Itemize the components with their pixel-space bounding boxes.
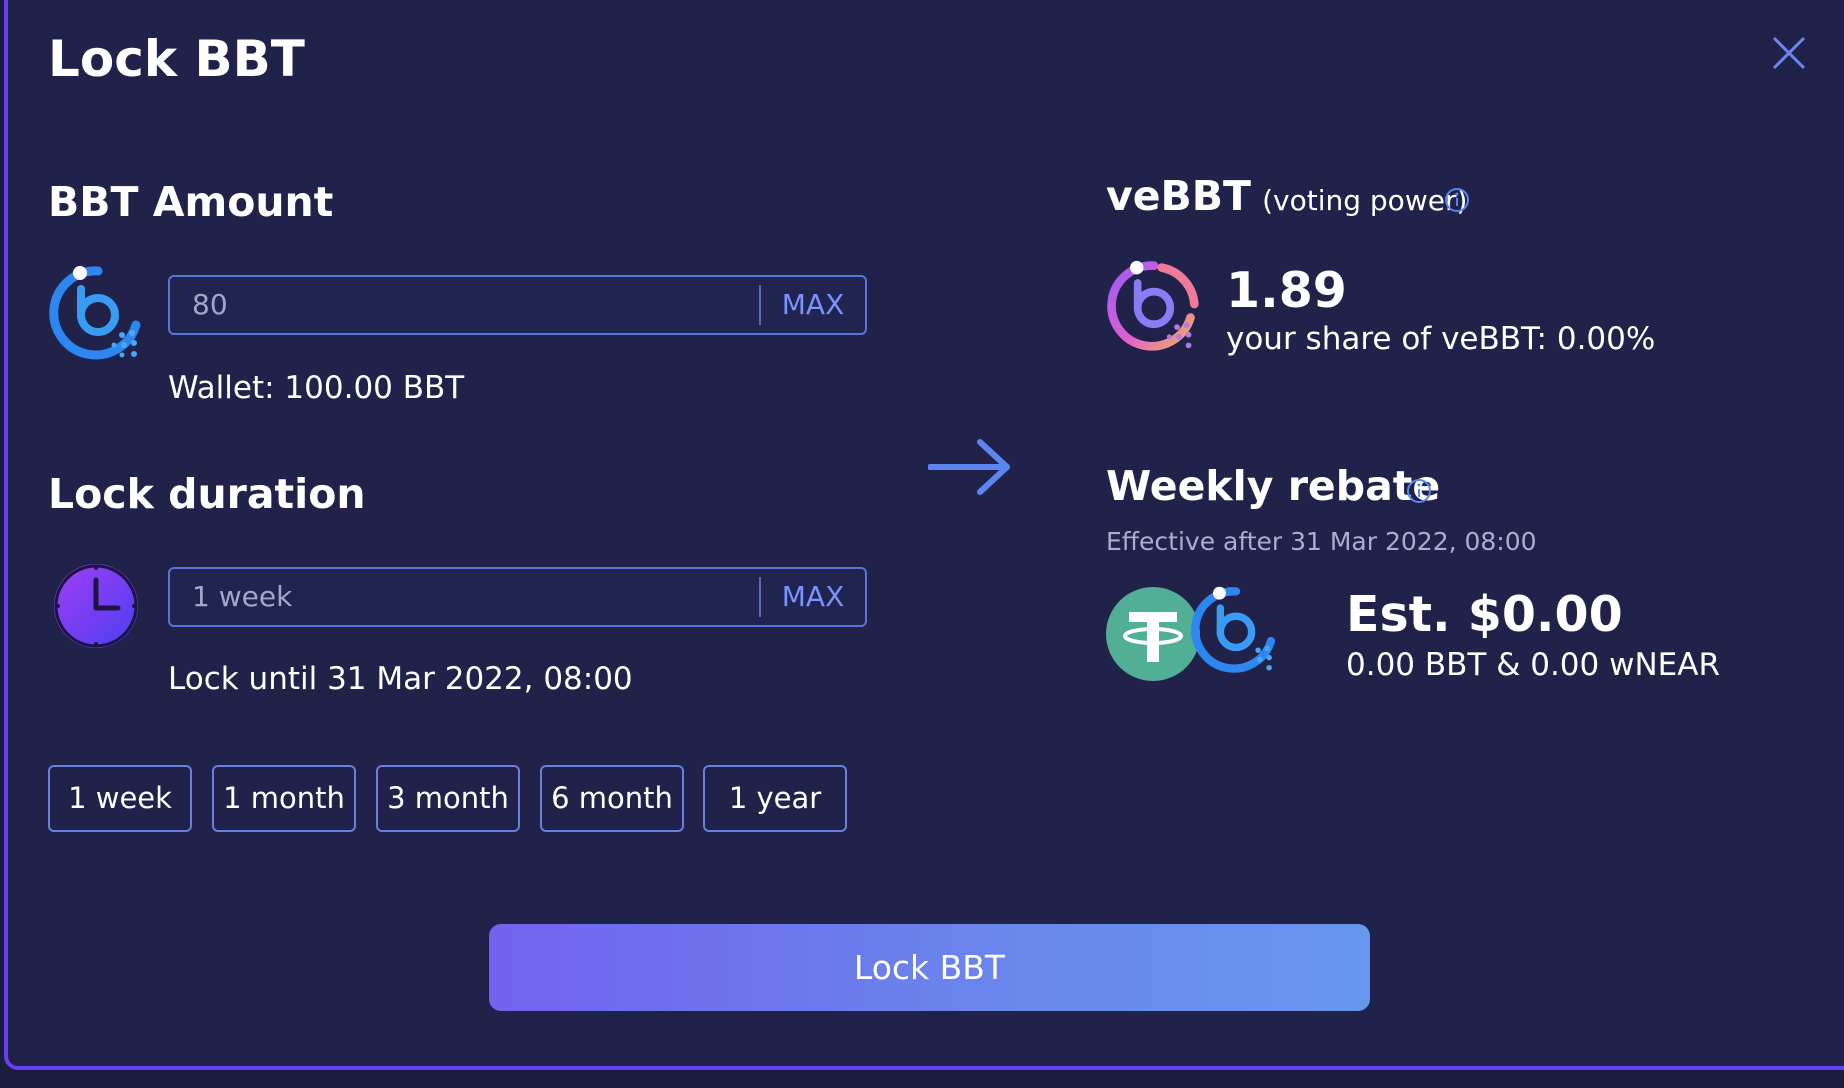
info-icon[interactable] [1444, 187, 1470, 213]
bbt-logo-icon [1191, 586, 1276, 673]
lock-modal [4, 0, 1844, 1070]
rebate-heading: Weekly rebate [1106, 462, 1441, 510]
amount-input[interactable]: 80 MAX [168, 275, 867, 335]
arrow-right-icon [928, 439, 1010, 495]
tether-icon [1106, 587, 1200, 681]
wallet-balance: Wallet: 100.00 BBT [168, 370, 465, 406]
vebbt-heading: veBBT [1106, 172, 1252, 220]
duration-input[interactable]: 1 week MAX [168, 567, 867, 627]
preset-1-year[interactable]: 1 year [703, 765, 847, 832]
amount-input-value: 80 [192, 288, 228, 321]
bbt-logo-icon [49, 266, 141, 360]
clock-icon [54, 564, 138, 648]
preset-6-month[interactable]: 6 month [540, 765, 684, 832]
preset-1-week[interactable]: 1 week [48, 765, 192, 832]
duration-input-value: 1 week [192, 580, 293, 613]
rebate-estimate: Est. $0.00 [1346, 586, 1623, 643]
duration-heading: Lock duration [48, 470, 366, 518]
close-icon[interactable] [1770, 34, 1808, 72]
vebbt-value: 1.89 [1226, 262, 1347, 319]
vebbt-share: your share of veBBT: 0.00% [1226, 321, 1656, 357]
vebbt-logo-icon [1107, 260, 1199, 351]
rebate-effective: Effective after 31 Mar 2022, 08:00 [1106, 527, 1537, 556]
modal-title: Lock BBT [48, 30, 305, 88]
info-icon[interactable] [1406, 478, 1432, 504]
vebbt-heading-row: veBBT (voting power) [1106, 172, 1467, 220]
preset-1-month[interactable]: 1 month [212, 765, 356, 832]
preset-3-month[interactable]: 3 month [376, 765, 520, 832]
amount-max-button[interactable]: MAX [759, 285, 865, 325]
duration-max-button[interactable]: MAX [759, 577, 865, 617]
amount-heading: BBT Amount [48, 178, 334, 226]
lock-bbt-button[interactable]: Lock BBT [489, 924, 1370, 1011]
lock-until: Lock until 31 Mar 2022, 08:00 [168, 661, 633, 697]
rebate-breakdown: 0.00 BBT & 0.00 wNEAR [1346, 647, 1720, 683]
vebbt-subheading: (voting power) [1262, 184, 1468, 217]
